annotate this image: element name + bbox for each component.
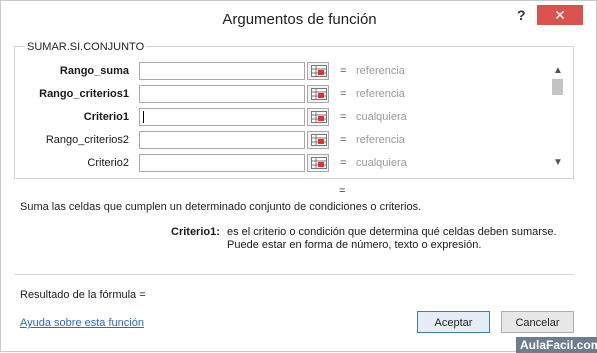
- equals-sign: =: [340, 157, 347, 169]
- range-select-icon[interactable]: [307, 131, 329, 149]
- argument-help-line1: es el criterio o condición que determina…: [227, 226, 557, 238]
- arg-label: Rango_criterios2: [45, 134, 129, 146]
- arg-type-hint: cualquiera: [356, 157, 407, 169]
- rango-criterios1-input[interactable]: [139, 85, 305, 103]
- equals-sign: =: [340, 134, 347, 146]
- dialog-title: Argumentos de función: [222, 11, 377, 28]
- argument-help-text: es el criterio o condición que determina…: [227, 226, 587, 252]
- equals-sign: =: [340, 111, 347, 123]
- accept-button[interactable]: Aceptar: [417, 311, 490, 333]
- equals-sign: =: [340, 88, 347, 100]
- range-select-icon[interactable]: [307, 85, 329, 103]
- cancel-button[interactable]: Cancelar: [501, 311, 574, 333]
- formula-result-label: Resultado de la fórmula =: [20, 289, 146, 301]
- function-help-link[interactable]: Ayuda sobre esta función: [20, 317, 144, 329]
- watermark-logo: AulaFacil.com: [516, 337, 597, 353]
- scroll-up-icon[interactable]: ▲: [553, 65, 563, 76]
- arg-type-hint: referencia: [356, 65, 405, 77]
- function-arguments-dialog: Argumentos de función ? ✕ SUMAR.SI.CONJU…: [0, 0, 597, 353]
- arg-label: Criterio1: [83, 111, 129, 123]
- criterio1-input[interactable]: [139, 108, 305, 126]
- close-icon[interactable]: ✕: [537, 5, 583, 25]
- range-select-icon[interactable]: [307, 62, 329, 80]
- function-name: SUMAR.SI.CONJUNTO: [25, 41, 147, 53]
- argument-help-line2: Puede estar en forma de número, texto o …: [227, 239, 482, 251]
- arg-label: Rango_suma: [59, 65, 129, 77]
- argument-help-name: Criterio1:: [171, 226, 220, 238]
- arg-type-hint: referencia: [356, 88, 405, 100]
- help-icon[interactable]: ?: [517, 7, 526, 23]
- arg-type-hint: referencia: [356, 134, 405, 146]
- criterio2-input[interactable]: [139, 154, 305, 172]
- range-select-icon[interactable]: [307, 108, 329, 126]
- scroll-thumb[interactable]: [552, 79, 563, 95]
- title-bar[interactable]: Argumentos de función ? ✕: [1, 1, 597, 37]
- function-description: Suma las celdas que cumplen un determina…: [20, 201, 422, 213]
- arg-type-hint: cualquiera: [356, 111, 407, 123]
- divider: [14, 274, 574, 275]
- text-caret: [143, 111, 144, 123]
- scroll-down-icon[interactable]: ▼: [553, 157, 563, 168]
- equals-sign: =: [340, 65, 347, 77]
- rango-criterios2-input[interactable]: [139, 131, 305, 149]
- function-result-equals: =: [339, 185, 346, 197]
- arg-label: Rango_criterios1: [39, 88, 129, 100]
- rango-suma-input[interactable]: [139, 62, 305, 80]
- range-select-icon[interactable]: [307, 154, 329, 172]
- arg-label: Criterio2: [87, 157, 129, 169]
- arguments-scrollbar[interactable]: ▲ ▼: [550, 63, 566, 171]
